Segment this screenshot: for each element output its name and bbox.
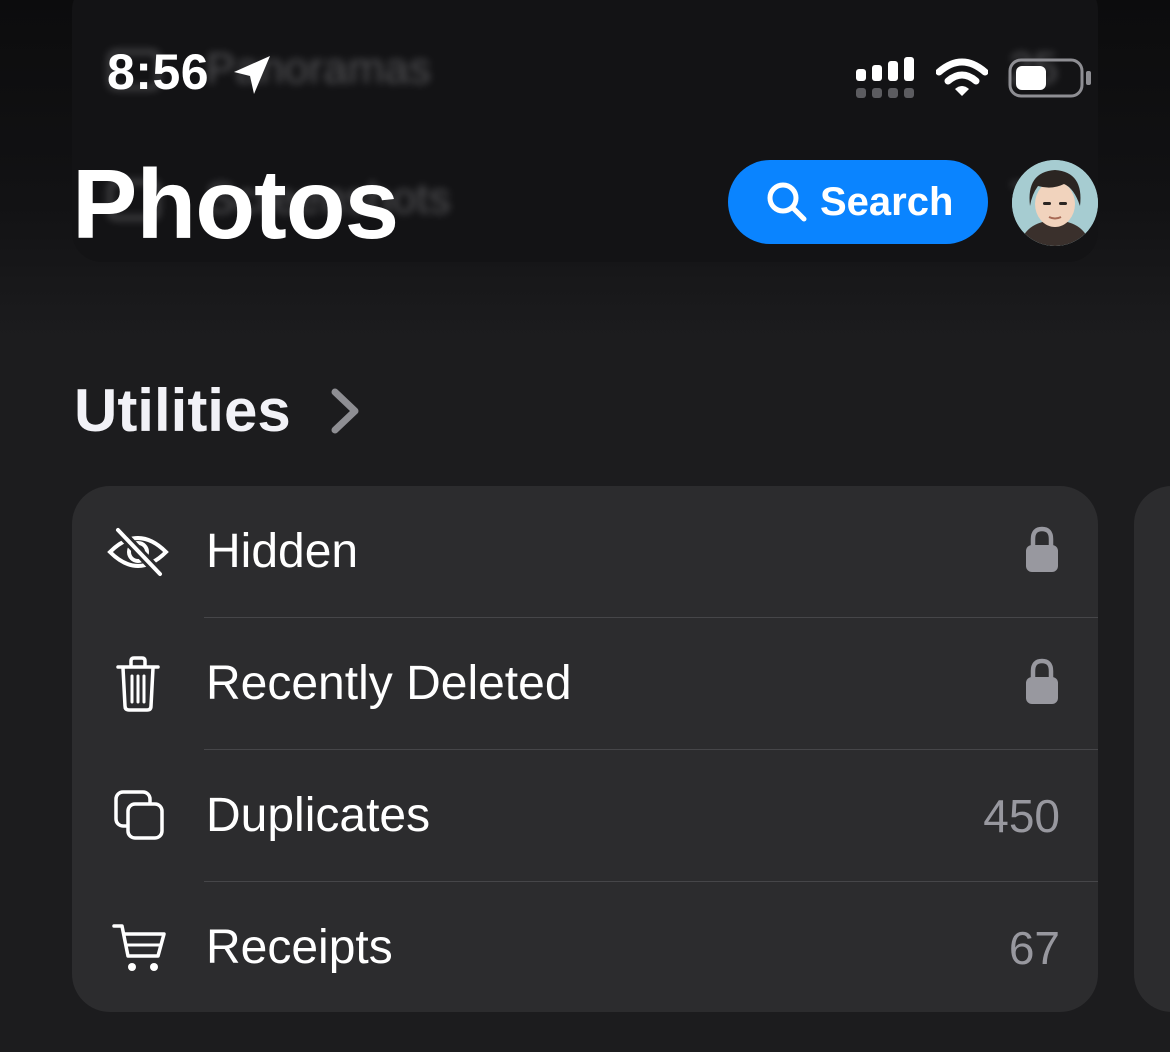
- eye-slash-icon: [107, 526, 169, 578]
- trash-icon: [116, 656, 160, 712]
- list-item-count: 67: [1008, 922, 1060, 974]
- duplicate-squares-icon: [114, 790, 164, 840]
- page-title: Photos: [72, 149, 399, 259]
- list-item-receipts[interactable]: Receipts 67: [72, 882, 1098, 1014]
- list-item-count: 450: [983, 790, 1060, 842]
- avatar[interactable]: [1012, 160, 1098, 246]
- location-arrow-icon: [234, 56, 270, 94]
- section-title-utilities[interactable]: Utilities: [74, 376, 291, 446]
- wifi-icon: [936, 58, 988, 96]
- list-item-recently-deleted[interactable]: Recently Deleted: [72, 618, 1098, 750]
- list-item-label: Receipts: [206, 921, 393, 974]
- utilities-card: Hidden Recently Deleted Duplicates 450 R…: [72, 486, 1098, 1012]
- list-item-label: Duplicates: [206, 789, 431, 842]
- list-item-hidden[interactable]: Hidden: [72, 486, 1098, 618]
- list-item-duplicates[interactable]: Duplicates 450: [72, 750, 1098, 882]
- avatar-image: [1012, 160, 1098, 246]
- search-button-label: Search: [820, 180, 954, 224]
- chevron-right-icon[interactable]: [330, 388, 360, 434]
- next-card-peek[interactable]: [1134, 486, 1170, 1012]
- list-item-label: Recently Deleted: [206, 657, 572, 710]
- magnifying-glass-icon: [767, 182, 807, 222]
- list-item-label: Hidden: [206, 525, 359, 578]
- status-time: 8:56: [107, 44, 210, 100]
- lock-icon: [1026, 526, 1058, 572]
- cart-icon: [112, 924, 166, 971]
- search-button[interactable]: Search: [728, 160, 988, 244]
- battery-icon: [1008, 58, 1091, 98]
- lock-icon: [1026, 658, 1058, 704]
- status-bar: 8:56: [0, 0, 1170, 130]
- cellular-signal-icon: [856, 57, 914, 98]
